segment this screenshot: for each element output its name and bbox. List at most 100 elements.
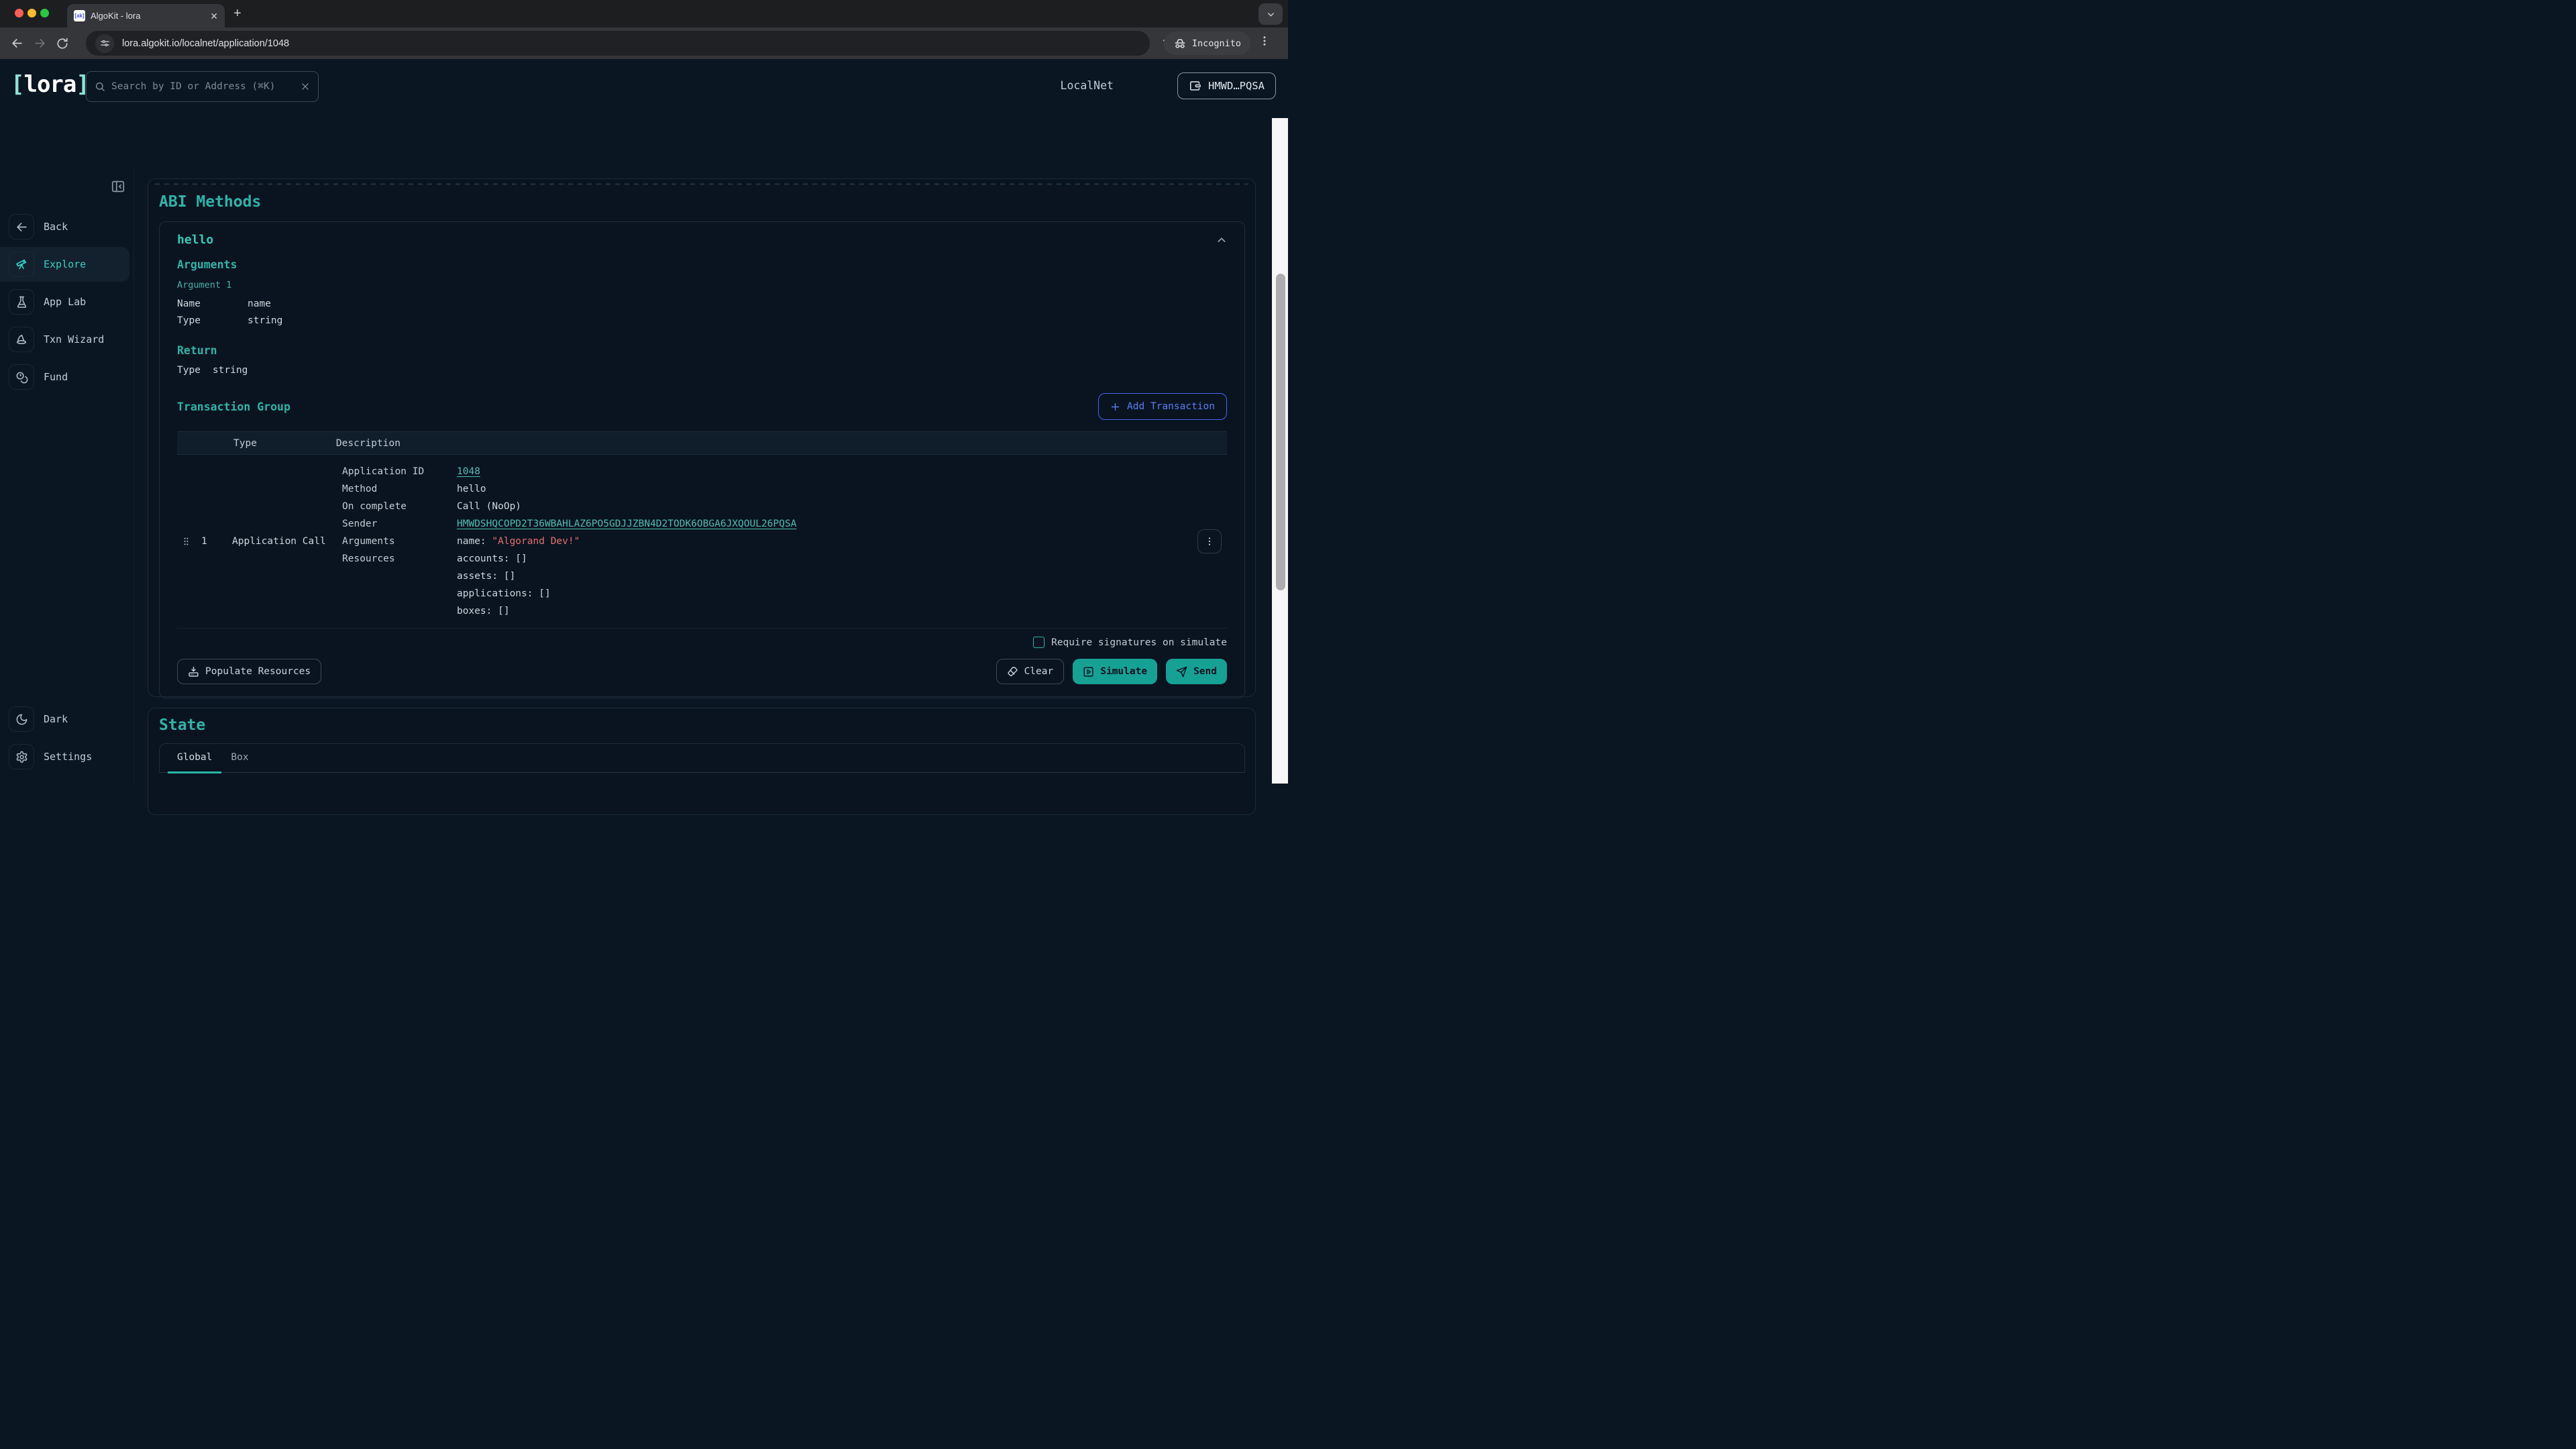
back-nav-icon[interactable] bbox=[5, 32, 28, 55]
field-key: Application ID bbox=[342, 463, 457, 480]
incognito-label: Incognito bbox=[1192, 38, 1241, 49]
new-tab-button[interactable]: + bbox=[233, 7, 241, 20]
send-button[interactable]: Send bbox=[1166, 659, 1227, 684]
browser-tab[interactable]: [ak] AlgoKit - lora ✕ bbox=[67, 4, 225, 28]
network-label[interactable]: LocalNet bbox=[1061, 79, 1114, 92]
window-minimize-button[interactable] bbox=[28, 9, 36, 17]
argument-string-value: "Algorand Dev!" bbox=[492, 536, 580, 547]
wallet-label: HMWD…PQSA bbox=[1208, 80, 1265, 92]
oncomplete-value: Call (NoOp) bbox=[457, 498, 521, 515]
transaction-table: Type Description 1 Application Call Appl… bbox=[177, 431, 1227, 629]
send-icon bbox=[1176, 666, 1187, 678]
global-search[interactable] bbox=[86, 71, 319, 102]
url-text: lora.algokit.io/localnet/application/104… bbox=[122, 38, 289, 49]
app-root: [lora] LocalNet HMWD…PQSA Back bbox=[0, 59, 1288, 724]
tab-box[interactable]: Box bbox=[221, 744, 258, 772]
return-title: Return bbox=[177, 344, 1227, 357]
state-title: State bbox=[159, 716, 1255, 734]
wallet-icon bbox=[1189, 80, 1201, 92]
table-header-row: Type Description bbox=[177, 431, 1227, 455]
col-type: Type bbox=[233, 438, 257, 449]
require-signatures-label: Require signatures on simulate bbox=[1051, 637, 1227, 648]
tab-title: AlgoKit - lora bbox=[91, 11, 205, 21]
arguments-title: Arguments bbox=[177, 258, 1227, 271]
chevron-down-icon[interactable] bbox=[1258, 3, 1283, 25]
app-id-link[interactable]: 1048 bbox=[457, 463, 480, 480]
row-index: 1 bbox=[201, 536, 207, 547]
resource-line: boxes: [] bbox=[457, 602, 551, 620]
resource-line: assets: [] bbox=[457, 568, 551, 585]
page-scrollbar[interactable] bbox=[1272, 118, 1288, 784]
sidebar-item-explore[interactable]: Explore bbox=[0, 247, 129, 282]
sidebar-item-label: App Lab bbox=[44, 296, 86, 308]
reload-icon[interactable] bbox=[51, 32, 74, 55]
panel-collapse-icon[interactable] bbox=[111, 179, 125, 194]
gear-icon bbox=[9, 744, 34, 769]
dashed-divider bbox=[155, 183, 1248, 185]
incognito-badge: Incognito bbox=[1164, 32, 1250, 55]
search-icon bbox=[95, 81, 105, 92]
play-square-icon bbox=[1083, 666, 1094, 678]
transaction-group-title: Transaction Group bbox=[177, 400, 290, 413]
method-value: hello bbox=[457, 480, 486, 498]
state-panel: State Global Box bbox=[148, 708, 1256, 815]
sidebar-item-fund[interactable]: Fund bbox=[0, 360, 133, 394]
arg-type-key: Type bbox=[177, 313, 248, 329]
sidebar-item-label: Dark bbox=[44, 713, 68, 725]
sidebar: Back Explore App Lab Txn Wizard bbox=[0, 170, 134, 784]
tab-close-icon[interactable]: ✕ bbox=[210, 11, 218, 21]
page-title: ABI Methods bbox=[159, 193, 1255, 211]
search-input[interactable] bbox=[111, 81, 294, 92]
abi-methods-panel: ABI Methods hello Arguments Argument 1 N… bbox=[148, 178, 1256, 697]
state-tabs-card: Global Box bbox=[159, 743, 1245, 773]
resource-line: applications: [] bbox=[457, 585, 551, 602]
sidebar-item-label: Fund bbox=[44, 371, 68, 383]
plus-icon bbox=[1110, 402, 1120, 412]
sidebar-item-label: Back bbox=[44, 221, 68, 233]
grip-vertical-icon[interactable] bbox=[181, 536, 191, 547]
forward-nav-icon[interactable] bbox=[28, 32, 51, 55]
simulate-button[interactable]: Simulate bbox=[1073, 659, 1157, 684]
sidebar-item-label: Explore bbox=[44, 258, 86, 270]
sidebar-item-back[interactable]: Back bbox=[0, 209, 133, 244]
row-type: Application Call bbox=[232, 536, 326, 547]
table-row[interactable]: 1 Application Call Application ID1048 Me… bbox=[177, 455, 1227, 629]
sender-address-link[interactable]: HMWDSHQCOPD2T36WBAHLAZ6PO5GDJJZBN4D2TODK… bbox=[457, 515, 796, 533]
arg-name-value: name bbox=[248, 296, 271, 313]
url-bar[interactable]: lora.algokit.io/localnet/application/104… bbox=[86, 31, 1150, 56]
clear-button[interactable]: Clear bbox=[996, 659, 1065, 684]
field-key: Sender bbox=[342, 515, 457, 533]
return-type-value: string bbox=[213, 365, 248, 376]
sidebar-item-label: Settings bbox=[44, 751, 92, 763]
scrollbar-thumb[interactable] bbox=[1276, 274, 1285, 590]
tab-global[interactable]: Global bbox=[168, 744, 221, 772]
argument-name: name: bbox=[457, 536, 486, 547]
coins-icon bbox=[9, 364, 34, 390]
theme-toggle-dark[interactable]: Dark bbox=[0, 702, 133, 737]
search-clear-icon[interactable] bbox=[301, 82, 310, 91]
populate-resources-button[interactable]: Populate Resources bbox=[177, 659, 321, 684]
return-type-key: Type bbox=[177, 365, 201, 376]
download-tray-icon bbox=[188, 666, 199, 678]
resource-line: accounts: [] bbox=[457, 550, 551, 568]
browser-menu-icon[interactable] bbox=[1258, 35, 1271, 47]
window-close-button[interactable] bbox=[15, 9, 23, 17]
require-signatures-checkbox[interactable] bbox=[1033, 637, 1044, 648]
chevron-up-icon[interactable] bbox=[1216, 235, 1227, 246]
sidebar-item-label: Txn Wizard bbox=[44, 333, 104, 345]
flask-icon bbox=[9, 289, 34, 315]
sidebar-item-app-lab[interactable]: App Lab bbox=[0, 284, 133, 319]
incognito-icon bbox=[1173, 38, 1187, 49]
browser-tabstrip: [ak] AlgoKit - lora ✕ + bbox=[0, 0, 1288, 28]
col-description: Description bbox=[336, 438, 400, 449]
sidebar-item-settings[interactable]: Settings bbox=[0, 739, 133, 774]
field-key: Method bbox=[342, 480, 457, 498]
wallet-button[interactable]: HMWD…PQSA bbox=[1177, 72, 1276, 99]
window-zoom-button[interactable] bbox=[40, 9, 49, 17]
row-menu-button[interactable] bbox=[1197, 529, 1222, 553]
sliders-icon[interactable] bbox=[95, 34, 114, 53]
sidebar-item-txn-wizard[interactable]: Txn Wizard bbox=[0, 322, 133, 357]
wizard-hat-icon bbox=[9, 327, 34, 352]
lora-logo[interactable]: [lora] bbox=[11, 71, 89, 98]
add-transaction-button[interactable]: Add Transaction bbox=[1098, 393, 1227, 420]
